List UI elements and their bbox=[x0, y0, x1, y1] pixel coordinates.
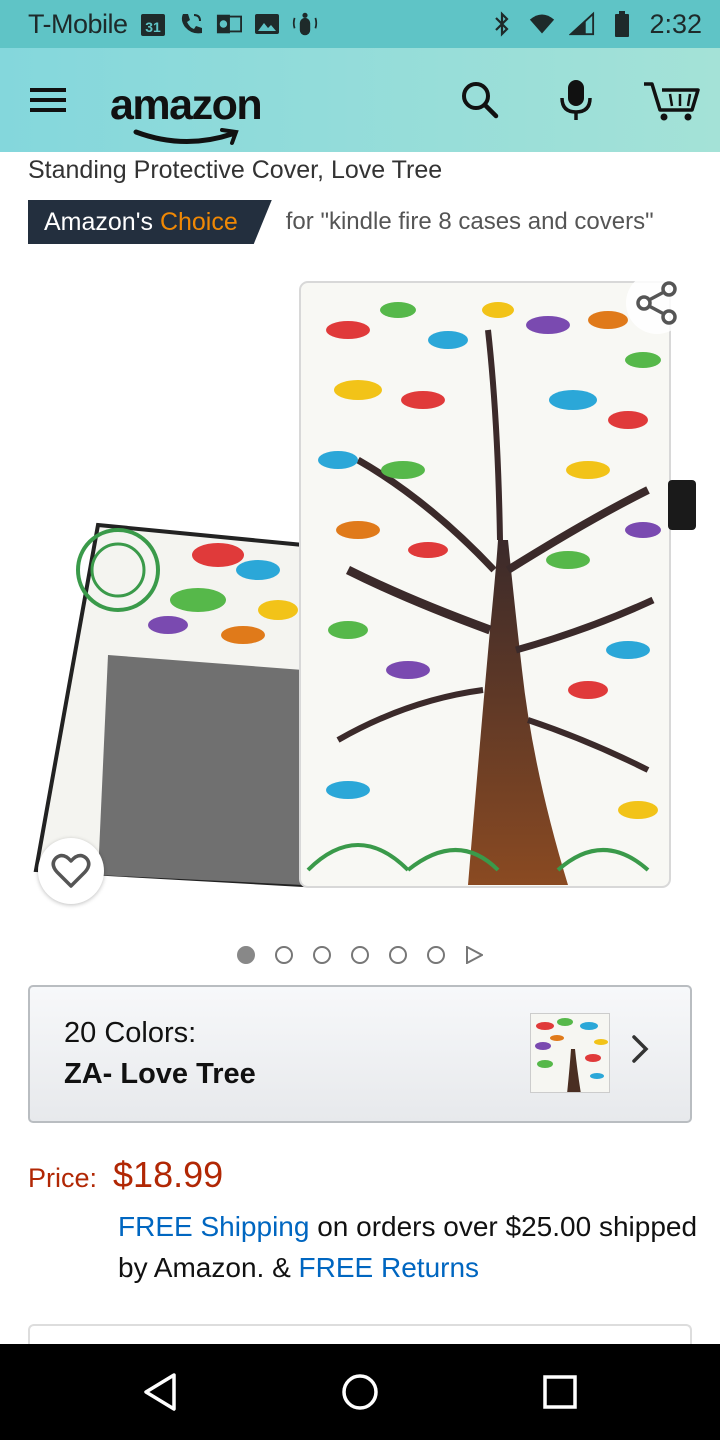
choice-keyword: for "kindle fire 8 cases and covers" bbox=[285, 208, 654, 235]
variant-thumbnail bbox=[530, 1013, 610, 1093]
voice-search-button[interactable] bbox=[528, 48, 624, 152]
color-variant-selector[interactable]: 20 Colors: ZA- Love Tree bbox=[28, 985, 692, 1123]
search-button[interactable] bbox=[432, 48, 528, 152]
status-time: 2:32 bbox=[649, 8, 702, 39]
product-title[interactable]: Standing Protective Cover, Love Tree bbox=[28, 156, 442, 185]
wifi-calling-icon bbox=[178, 11, 204, 37]
video-play-icon[interactable] bbox=[465, 946, 483, 964]
chevron-right-icon bbox=[632, 1035, 649, 1063]
amazons-choice-row[interactable]: Amazon's Choice for "kindle fire 8 cases… bbox=[28, 200, 654, 244]
recents-button[interactable] bbox=[520, 1352, 600, 1432]
cart-button[interactable] bbox=[624, 48, 720, 152]
calendar-icon: 31 bbox=[140, 11, 166, 37]
free-shipping-link[interactable]: FREE Shipping bbox=[118, 1211, 309, 1242]
price-row: Price: $18.99 bbox=[28, 1154, 223, 1196]
search-icon bbox=[462, 82, 499, 119]
outlook-icon bbox=[216, 11, 242, 37]
menu-button[interactable] bbox=[0, 48, 96, 152]
calendar-day: 31 bbox=[145, 19, 161, 35]
amazon-logo[interactable]: amazon bbox=[110, 60, 263, 145]
share-icon bbox=[636, 281, 677, 325]
share-button[interactable] bbox=[626, 272, 688, 334]
image-carousel-indicator bbox=[0, 946, 720, 964]
shipping-info: FREE Shipping on orders over $25.00 ship… bbox=[118, 1206, 698, 1288]
variant-count-label: 20 Colors: bbox=[64, 1017, 197, 1049]
case-front-view bbox=[299, 281, 696, 888]
badge-prefix: Amazon's bbox=[44, 207, 153, 236]
add-to-wishlist-button[interactable] bbox=[38, 838, 104, 904]
product-image[interactable] bbox=[28, 270, 698, 910]
free-returns-link[interactable]: FREE Returns bbox=[299, 1252, 480, 1283]
home-button[interactable] bbox=[320, 1352, 400, 1432]
price-label: Price: bbox=[28, 1163, 98, 1193]
bluetooth-icon bbox=[489, 11, 515, 37]
back-icon bbox=[144, 1373, 176, 1411]
carousel-dot-1[interactable] bbox=[237, 946, 255, 964]
back-button[interactable] bbox=[120, 1352, 200, 1432]
cart-icon bbox=[644, 82, 700, 121]
system-navigation-bar bbox=[0, 1344, 720, 1440]
home-icon bbox=[342, 1374, 378, 1410]
carousel-dot-6[interactable] bbox=[427, 946, 445, 964]
badge-highlight: Choice bbox=[159, 207, 238, 236]
battery-icon bbox=[609, 11, 635, 37]
carousel-dot-2[interactable] bbox=[275, 946, 293, 964]
price-value: $18.99 bbox=[113, 1154, 224, 1195]
carousel-dot-3[interactable] bbox=[313, 946, 331, 964]
logo-text: amazon bbox=[110, 81, 263, 129]
heart-icon bbox=[51, 853, 91, 888]
image-icon bbox=[254, 11, 280, 37]
app-header: amazon bbox=[0, 48, 720, 152]
accessibility-icon bbox=[292, 11, 318, 37]
carrier-name: T-Mobile bbox=[28, 8, 128, 39]
recents-icon bbox=[543, 1375, 577, 1409]
signal-icon bbox=[569, 11, 595, 37]
logo-smile-icon bbox=[133, 128, 239, 145]
status-bar: T-Mobile 31 2:32 bbox=[0, 0, 720, 48]
variant-selected-name: ZA- Love Tree bbox=[64, 1058, 256, 1090]
carousel-dot-4[interactable] bbox=[351, 946, 369, 964]
carousel-dot-5[interactable] bbox=[389, 946, 407, 964]
menu-icon bbox=[30, 88, 66, 112]
case-stand-view bbox=[33, 522, 305, 888]
wifi-icon bbox=[529, 11, 555, 37]
microphone-icon bbox=[560, 80, 592, 120]
amazons-choice-badge: Amazon's Choice bbox=[28, 200, 272, 244]
